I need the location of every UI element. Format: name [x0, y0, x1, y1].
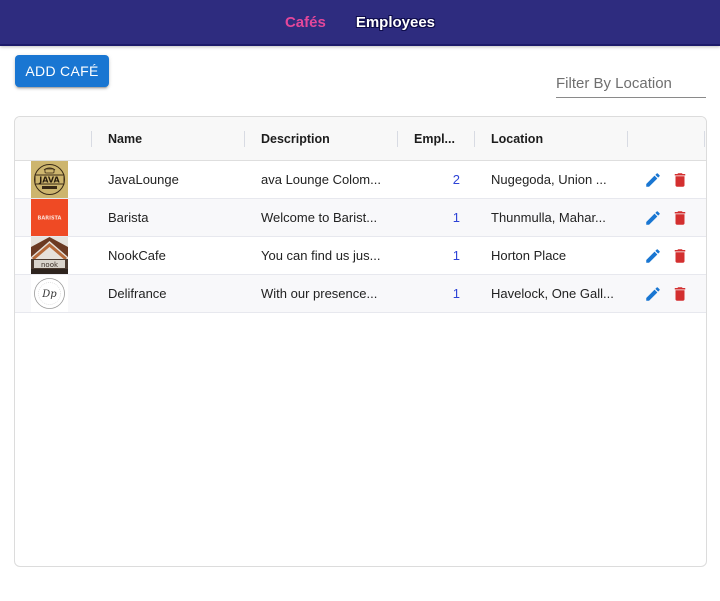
cell-description: You can find us jus... [261, 248, 381, 263]
cell-location: Nugegoda, Union ... [491, 172, 607, 187]
svg-text:BARISTA: BARISTA [38, 216, 62, 222]
cell-name: JavaLounge [108, 172, 179, 187]
cell-description: With our presence... [261, 286, 378, 301]
delete-icon[interactable] [670, 170, 690, 190]
cell-employees[interactable]: 1 [398, 237, 460, 274]
column-header-actions [628, 117, 704, 161]
delete-icon[interactable] [670, 208, 690, 228]
delete-icon[interactable] [670, 246, 690, 266]
table-row[interactable]: Dp Delifrance With our presence... 1 Hav… [15, 275, 706, 313]
cell-description: ava Lounge Colom... [261, 172, 381, 187]
table-row[interactable]: JAVA JavaLounge ava Lounge Colom... 2 Nu… [15, 161, 706, 199]
table-row[interactable]: BARISTA Barista Welcome to Barist... 1 T… [15, 199, 706, 237]
cell-location: Thunmulla, Mahar... [491, 210, 606, 225]
delete-icon[interactable] [670, 284, 690, 304]
edit-icon[interactable] [643, 170, 663, 190]
cell-name: NookCafe [108, 248, 166, 263]
cell-name: Barista [108, 210, 149, 225]
edit-icon[interactable] [643, 208, 663, 228]
column-header-location[interactable]: Location [475, 117, 627, 161]
nav-employees[interactable]: Employees [356, 14, 435, 31]
nook-cafe-logo: nook [31, 237, 68, 274]
svg-text:JAVA: JAVA [38, 176, 60, 185]
barista-logo: BARISTA [31, 199, 68, 236]
add-cafe-button[interactable]: ADD CAFÉ [15, 55, 109, 87]
delifrance-logo: Dp [31, 275, 68, 312]
cell-employees[interactable]: 1 [398, 199, 460, 236]
cell-employees[interactable]: 2 [398, 161, 460, 198]
app-bar: Cafés Employees [0, 0, 720, 46]
cell-description: Welcome to Barist... [261, 210, 378, 225]
edit-icon[interactable] [643, 284, 663, 304]
cell-name: Delifrance [108, 286, 167, 301]
cell-employees[interactable]: 1 [398, 275, 460, 312]
table-row[interactable]: nook NookCafe You can find us jus... 1 H… [15, 237, 706, 275]
java-lounge-logo: JAVA [31, 161, 68, 198]
cell-location: Horton Place [491, 248, 567, 263]
column-header-logo [15, 117, 91, 161]
table-header: Name Description Empl... Location [15, 117, 706, 161]
edit-icon[interactable] [643, 246, 663, 266]
svg-text:nook: nook [41, 261, 59, 269]
svg-text:Dp: Dp [41, 289, 57, 300]
cell-location: Havelock, One Gall... [491, 286, 614, 301]
column-separator[interactable] [704, 131, 705, 147]
cafes-table: Name Description Empl... Location JAVA J… [14, 116, 707, 567]
column-header-employees[interactable]: Empl... [398, 117, 474, 161]
filter-location-input[interactable] [556, 70, 706, 96]
column-header-description[interactable]: Description [245, 117, 397, 161]
column-header-name[interactable]: Name [92, 117, 244, 161]
nav-cafes[interactable]: Cafés [285, 14, 326, 31]
filter-location-field [556, 70, 706, 98]
